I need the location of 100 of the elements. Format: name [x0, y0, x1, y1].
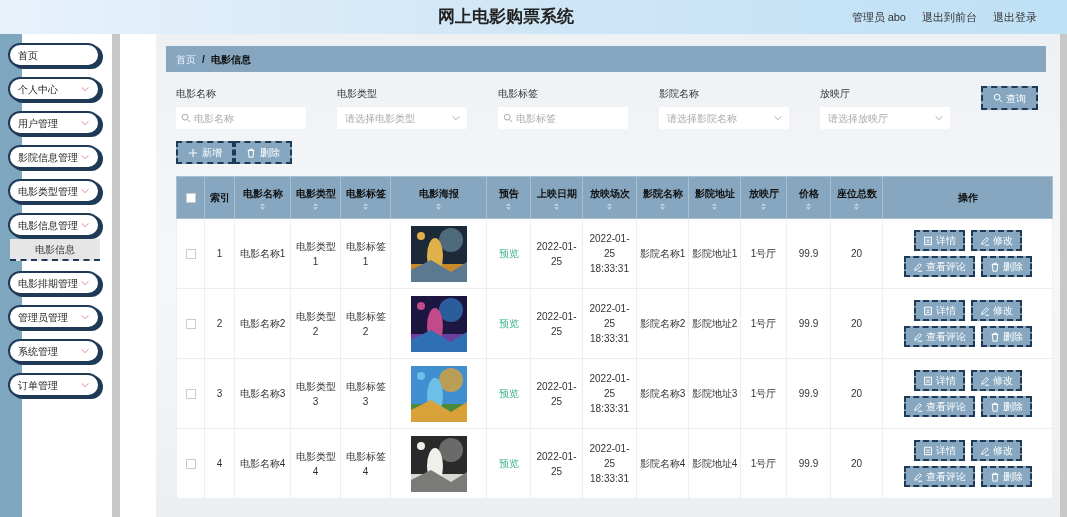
filter-label: 影院名称 — [659, 87, 700, 101]
header-link[interactable]: 退出登录 — [993, 8, 1037, 26]
table-cell: 1号厅 — [750, 458, 777, 469]
column-header: 操作 — [957, 191, 978, 205]
select-all-checkbox[interactable] — [185, 193, 196, 204]
table-cell: 2022-01-25 — [536, 310, 577, 337]
table-cell: 电影类型1 — [295, 240, 336, 267]
pen-icon — [912, 331, 923, 342]
breadcrumb-item: / — [202, 52, 205, 67]
select-field[interactable]: 请选择影院名称 — [659, 107, 789, 129]
sidebar-item[interactable]: 电影类型管理 — [8, 179, 100, 203]
sort-icon[interactable] — [712, 202, 717, 210]
sort-icon[interactable] — [806, 202, 811, 210]
filter-label: 电影标签 — [498, 87, 539, 101]
sort-icon[interactable] — [363, 202, 368, 210]
sort-icon[interactable] — [761, 202, 766, 210]
table-cell: 影院名称1 — [639, 248, 686, 259]
filter-label: 电影名称 — [176, 87, 217, 101]
sort-icon[interactable] — [607, 202, 612, 210]
sidebar-item[interactable]: 用户管理 — [8, 111, 100, 135]
filter-label: 放映厅 — [820, 87, 851, 101]
pen-icon — [979, 375, 990, 386]
table-cell: 2022-01-25 18:33:31 — [589, 443, 630, 484]
table-cell: 2022-01-25 18:33:31 — [589, 303, 630, 344]
filter-label: 电影类型 — [337, 87, 378, 101]
document-icon — [922, 445, 933, 456]
table-cell: 2022-01-25 — [536, 240, 577, 267]
pen-icon — [912, 471, 923, 482]
document-icon — [922, 235, 933, 246]
chevron-down-icon — [934, 113, 944, 123]
table-cell: 2022-01-25 — [536, 380, 577, 407]
row-checkbox[interactable] — [185, 389, 196, 400]
table-cell: 电影名称4 — [239, 458, 286, 469]
trash-icon — [989, 401, 1000, 412]
table-cell: 99.9 — [798, 318, 819, 329]
scrollbar[interactable] — [1060, 34, 1067, 517]
chevron-down-icon — [451, 113, 461, 123]
sort-icon[interactable] — [854, 202, 859, 210]
breadcrumb-item: 电影信息 — [210, 52, 251, 67]
table-cell: 电影标签2 — [345, 310, 386, 337]
chevron-down-icon — [80, 278, 90, 288]
chevron-down-icon — [80, 220, 90, 230]
pen-icon — [979, 305, 990, 316]
submenu-item[interactable]: 电影信息 — [10, 239, 100, 261]
table-cell: 2022-01-25 — [536, 450, 577, 477]
column-header[interactable]: 电影海报 — [418, 185, 459, 201]
table-cell: 电影类型2 — [295, 310, 336, 337]
app-title: 网上电影购票系统 — [437, 6, 574, 29]
column-header[interactable]: 预告 — [498, 185, 519, 201]
table-cell: 电影名称1 — [239, 248, 286, 259]
table-cell: 影院地址4 — [691, 458, 738, 469]
table-cell: 20 — [850, 458, 863, 469]
table-cell: 1 — [216, 248, 223, 259]
user-label: 管理员 abo — [851, 9, 906, 25]
table-cell: 电影标签1 — [345, 240, 386, 267]
search-field[interactable]: 电影名称 — [176, 107, 306, 129]
column-header[interactable]: 价格 — [798, 185, 819, 201]
search-icon — [993, 93, 1003, 103]
table-cell: 影院地址2 — [691, 318, 738, 329]
sidebar-item[interactable]: 个人中心 — [8, 77, 100, 101]
table-cell: 2 — [216, 318, 223, 329]
document-icon — [922, 305, 933, 316]
table-cell: 99.9 — [798, 458, 819, 469]
table-cell: 影院地址1 — [691, 248, 738, 259]
sidebar-item[interactable]: 系统管理 — [8, 339, 100, 363]
chevron-down-icon — [80, 380, 90, 390]
search-field[interactable]: 电影标签 — [498, 107, 628, 129]
sidebar-item[interactable]: 影院信息管理 — [8, 145, 100, 169]
table-cell: 电影类型3 — [295, 380, 336, 407]
select-field[interactable]: 请选择电影类型 — [337, 107, 467, 129]
chevron-down-icon — [80, 312, 90, 322]
sidebar-item[interactable]: 电影排期管理 — [8, 271, 100, 295]
select-field[interactable]: 请选择放映厅 — [820, 107, 950, 129]
table-cell: 99.9 — [798, 248, 819, 259]
chevron-down-icon — [80, 118, 90, 128]
table-cell: 影院名称3 — [639, 388, 686, 399]
chevron-down-icon — [80, 84, 90, 94]
trash-icon — [989, 471, 1000, 482]
sort-icon[interactable] — [260, 202, 265, 210]
row-checkbox[interactable] — [185, 459, 196, 470]
row-checkbox[interactable] — [185, 319, 196, 330]
search-icon — [181, 113, 191, 123]
sidebar-item[interactable]: 电影信息管理 — [8, 213, 100, 237]
sort-icon[interactable] — [313, 202, 318, 210]
table-cell: 20 — [850, 388, 863, 399]
chevron-down-icon — [80, 152, 90, 162]
row-checkbox[interactable] — [185, 249, 196, 260]
sort-icon[interactable] — [436, 202, 441, 210]
sidebar-item[interactable]: 订单管理 — [8, 373, 100, 397]
sort-icon[interactable] — [506, 202, 511, 210]
sort-icon[interactable] — [554, 202, 559, 210]
table-cell: 电影标签3 — [345, 380, 386, 407]
table-cell: 20 — [850, 248, 863, 259]
sort-icon[interactable] — [660, 202, 665, 210]
table-cell: 电影标签4 — [345, 450, 386, 477]
header-link[interactable]: 退出到前台 — [922, 8, 977, 26]
sidebar-item[interactable]: 管理员管理 — [8, 305, 100, 329]
table-cell: 1号厅 — [750, 318, 777, 329]
sidebar-item[interactable]: 首页 — [8, 43, 100, 67]
scrollbar[interactable] — [112, 34, 120, 517]
